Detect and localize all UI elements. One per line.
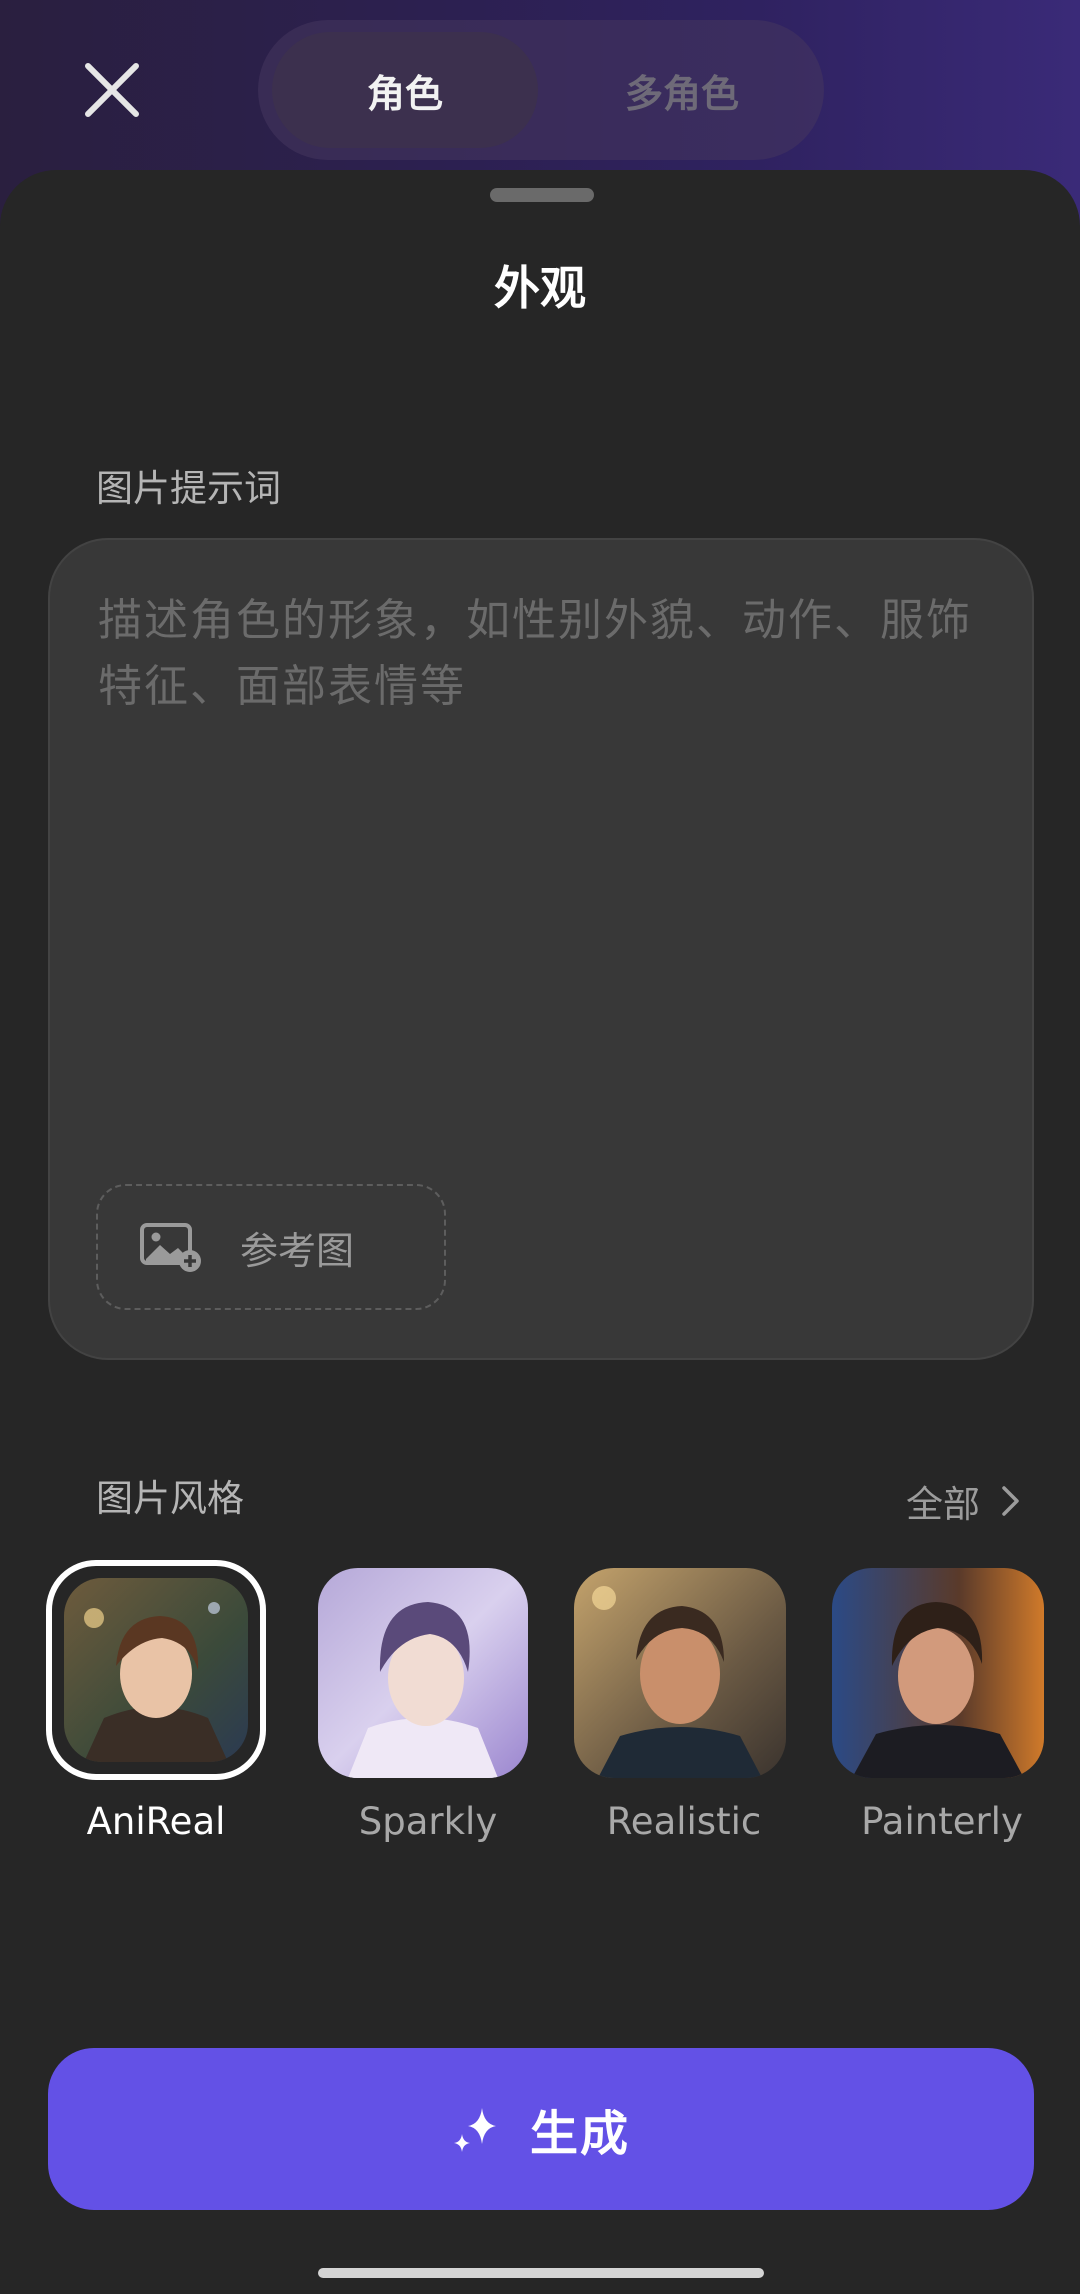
style-name-realistic: Realistic [606, 1800, 762, 1843]
chevron-right-icon [1002, 1486, 1019, 1516]
prompt-input[interactable]: 描述角色的形象，如性别外貌、动作、服饰特征、面部表情等 参考图 [48, 538, 1034, 1360]
reference-image-label: 参考图 [240, 1228, 355, 1273]
sparkly-thumbnail [318, 1568, 528, 1778]
view-all-styles-link[interactable]: 全部 [906, 1474, 1022, 1528]
prompt-label: 图片提示词 [96, 467, 281, 510]
style-thumbnail-frame [46, 1560, 266, 1780]
sheet-title: 外观 [494, 261, 586, 315]
tab-multi-character[interactable]: 多角色 [554, 32, 810, 148]
close-icon [85, 63, 139, 117]
generate-button[interactable]: 生成 [48, 2048, 1034, 2210]
appearance-sheet: 外观 图片提示词 描述角色的形象，如性别外貌、动作、服饰特征、面部表情等 参考图… [0, 170, 1080, 2294]
close-button[interactable] [82, 60, 142, 120]
sheet-drag-handle[interactable] [490, 188, 594, 202]
tab-single-character[interactable]: 角色 [272, 32, 538, 148]
view-all-label: 全部 [906, 1483, 980, 1526]
style-name-painterly: Painterly [861, 1800, 1023, 1843]
anireal-thumbnail [64, 1578, 248, 1762]
style-name-anireal: AniReal [86, 1800, 226, 1843]
realistic-thumbnail [574, 1568, 786, 1778]
style-label: 图片风格 [96, 1477, 244, 1520]
generate-label: 生成 [529, 2106, 630, 2162]
home-indicator [318, 2268, 764, 2278]
mode-switch: 角色 多角色 [258, 20, 824, 160]
prompt-placeholder: 描述角色的形象，如性别外貌、动作、服饰特征、面部表情等 [98, 595, 972, 712]
sparkle-icon [453, 2108, 496, 2152]
style-name-sparkly: Sparkly [358, 1800, 498, 1843]
image-add-icon [140, 1223, 201, 1272]
reference-image-button[interactable]: 参考图 [96, 1184, 446, 1310]
painterly-thumbnail [832, 1568, 1044, 1778]
style-list: AniReal Sparkly Realistic Painterly [0, 1560, 1080, 1843]
